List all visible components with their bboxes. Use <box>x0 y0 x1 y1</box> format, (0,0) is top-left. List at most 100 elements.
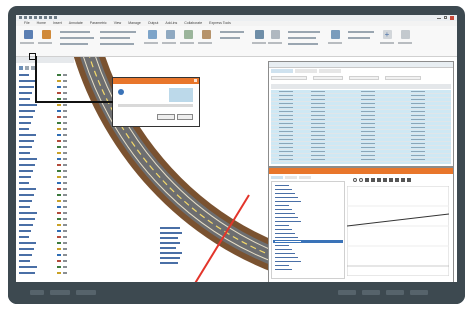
status-item[interactable] <box>362 290 380 295</box>
status-item[interactable] <box>50 290 70 295</box>
tree-item[interactable] <box>19 211 67 214</box>
panel-tool-icon[interactable] <box>25 66 29 70</box>
tree-item[interactable] <box>19 271 67 274</box>
tree-item[interactable] <box>19 73 67 76</box>
ribbon-button-1[interactable] <box>20 30 36 50</box>
new-icon[interactable] <box>19 16 22 19</box>
zoom-icon[interactable] <box>359 178 363 182</box>
ribbon-button-9[interactable] <box>328 30 342 50</box>
column-header[interactable] <box>271 84 307 89</box>
tree-item[interactable] <box>19 259 67 262</box>
dialog-cancel-button[interactable] <box>177 114 193 120</box>
table-tab[interactable] <box>319 69 341 73</box>
column-header[interactable] <box>379 84 415 89</box>
tree-item[interactable] <box>19 91 67 94</box>
column-header[interactable] <box>343 84 379 89</box>
close-icon[interactable] <box>450 16 454 20</box>
ribbon-button-10[interactable]: + <box>380 30 394 50</box>
tool-icon[interactable] <box>407 178 411 182</box>
maximize-icon[interactable] <box>444 16 447 19</box>
tree-item[interactable] <box>19 241 67 244</box>
table-toolbar-field[interactable] <box>313 76 343 80</box>
profile-list-item[interactable] <box>273 184 343 187</box>
status-item[interactable] <box>338 290 356 295</box>
tree-item[interactable] <box>19 79 67 82</box>
table-tab[interactable] <box>295 69 317 73</box>
status-item[interactable] <box>386 290 404 295</box>
ribbon-button-4[interactable] <box>162 30 178 50</box>
dialog-close-icon[interactable] <box>194 79 197 82</box>
profile-list-item[interactable] <box>273 216 343 219</box>
profile-list-item[interactable] <box>273 188 343 191</box>
status-item[interactable] <box>76 290 96 295</box>
table-toolbar-field[interactable] <box>385 76 421 80</box>
tree-item[interactable] <box>19 85 67 88</box>
tree-item[interactable] <box>19 139 67 142</box>
ribbon-button-7[interactable] <box>252 30 266 50</box>
profile-list-item[interactable] <box>273 212 343 215</box>
profile-list-item[interactable] <box>273 264 343 267</box>
profile-list-item[interactable] <box>273 256 343 259</box>
tree-item[interactable] <box>19 193 67 196</box>
undo-icon[interactable] <box>34 16 37 19</box>
table-toolbar-field[interactable] <box>349 76 379 80</box>
tree-item[interactable] <box>19 127 67 130</box>
tree-item[interactable] <box>19 181 67 184</box>
profile-tab[interactable] <box>271 176 283 179</box>
profile-list-item[interactable] <box>273 252 343 255</box>
print-icon[interactable] <box>44 16 47 19</box>
open-icon[interactable] <box>24 16 27 19</box>
pan-icon[interactable] <box>365 178 369 182</box>
profile-list-item[interactable] <box>273 208 343 211</box>
ribbon-button-6[interactable] <box>198 30 214 50</box>
profile-tab[interactable] <box>299 176 311 179</box>
tree-item[interactable] <box>19 235 67 238</box>
ribbon-button-2[interactable] <box>38 30 54 50</box>
status-item[interactable] <box>410 290 428 295</box>
tree-item[interactable] <box>19 253 67 256</box>
zoom-icon[interactable] <box>353 178 357 182</box>
table-toolbar-field[interactable] <box>271 76 307 80</box>
profile-list-item[interactable] <box>273 236 343 239</box>
tree-item[interactable] <box>19 229 67 232</box>
ribbon-button-8[interactable] <box>268 30 282 50</box>
tree-item[interactable] <box>19 217 67 220</box>
tree-item[interactable] <box>19 205 67 208</box>
tree-item[interactable] <box>19 187 67 190</box>
profile-list-item[interactable] <box>273 192 343 195</box>
profile-list-item[interactable] <box>273 204 343 207</box>
status-item[interactable] <box>30 290 44 295</box>
tree-item[interactable] <box>19 199 67 202</box>
settings-icon[interactable] <box>49 16 52 19</box>
ribbon-button-3[interactable] <box>144 30 160 50</box>
tool-icon[interactable] <box>395 178 399 182</box>
tree-item[interactable] <box>19 169 67 172</box>
tree-item[interactable] <box>19 223 67 226</box>
ribbon-button-5[interactable] <box>180 30 196 50</box>
profile-list-item[interactable] <box>273 196 343 199</box>
tree-item[interactable] <box>19 175 67 178</box>
tree-item[interactable] <box>19 97 67 100</box>
tool-icon[interactable] <box>383 178 387 182</box>
tool-icon[interactable] <box>401 178 405 182</box>
tree-item[interactable] <box>19 157 67 160</box>
profile-list-item[interactable] <box>273 240 343 243</box>
tree-item[interactable] <box>19 121 67 124</box>
profile-tab[interactable] <box>285 176 297 179</box>
tree-item[interactable] <box>19 265 67 268</box>
dialog-ok-button[interactable] <box>157 114 175 120</box>
minimize-icon[interactable] <box>437 18 441 19</box>
profile-list-item[interactable] <box>273 224 343 227</box>
profile-list-item[interactable] <box>273 244 343 247</box>
profile-list-item[interactable] <box>273 200 343 203</box>
tree-item[interactable] <box>19 133 67 136</box>
profile-list-item[interactable] <box>273 228 343 231</box>
more-icon[interactable] <box>54 16 57 19</box>
tool-icon[interactable] <box>371 178 375 182</box>
tree-item[interactable] <box>19 145 67 148</box>
table-tab[interactable] <box>271 69 293 73</box>
table-row[interactable] <box>271 158 451 162</box>
profile-list-item[interactable] <box>273 260 343 263</box>
profile-chart[interactable] <box>347 186 449 276</box>
tool-icon[interactable] <box>377 178 381 182</box>
